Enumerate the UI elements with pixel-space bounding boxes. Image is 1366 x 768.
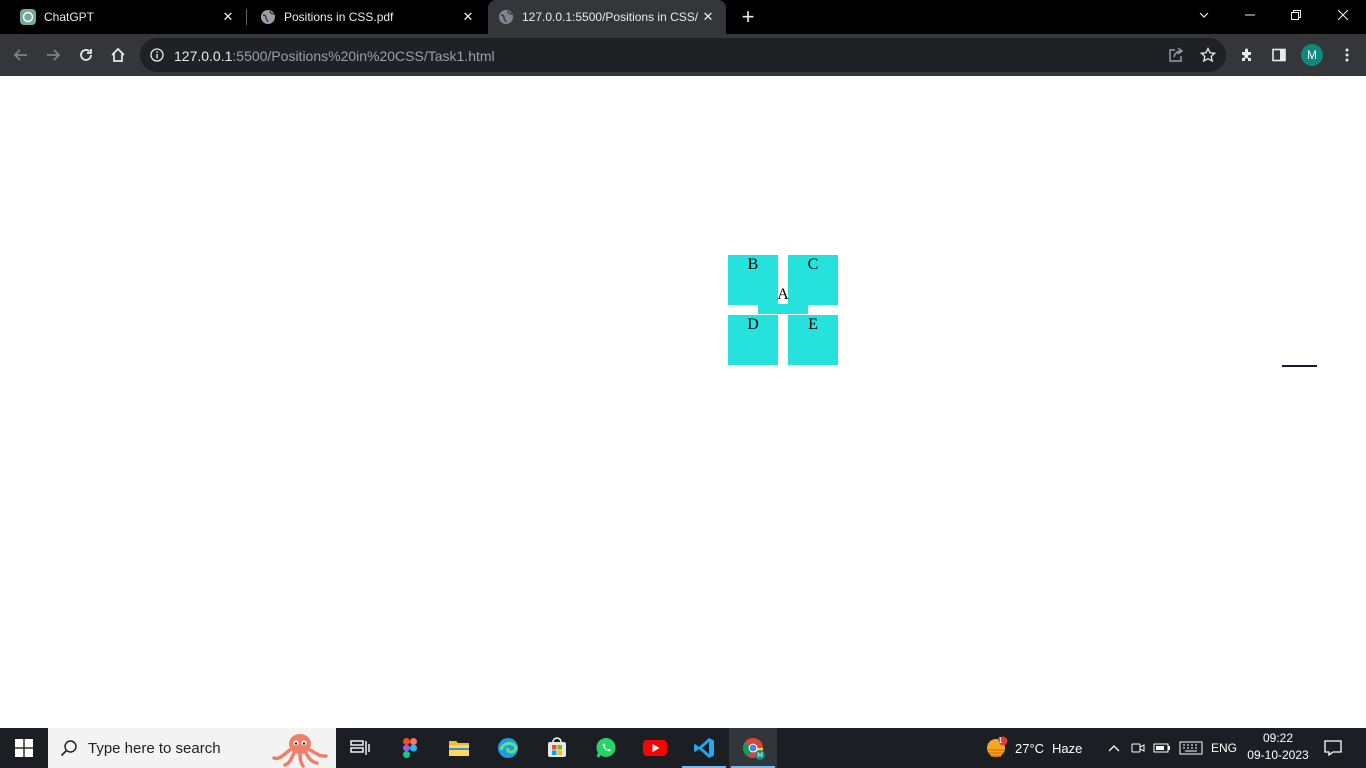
minimize-icon[interactable] (1227, 0, 1273, 30)
browser-toolbar: 127.0.0.1:5500/Positions%20in%20CSS/Task… (0, 34, 1366, 76)
weather-icon[interactable]: 1 (982, 728, 1010, 768)
whatsapp-icon[interactable] (582, 728, 630, 768)
extensions-puzzle-icon[interactable] (1232, 40, 1262, 70)
figma-icon[interactable] (386, 728, 434, 768)
language-indicator[interactable]: ENG (1210, 728, 1238, 768)
tab-title: ChatGPT (44, 10, 95, 24)
forward-arrow-icon[interactable] (38, 40, 68, 70)
youtube-icon[interactable] (631, 728, 679, 768)
close-tab-icon[interactable]: ✕ (458, 7, 478, 27)
page-viewport: B C D E A (0, 76, 1366, 728)
tab-chatgpt[interactable]: ChatGPT ✕ (0, 0, 246, 34)
weather-condition: Haze (1052, 740, 1083, 756)
box-a: A (777, 286, 789, 303)
windows-taskbar: Type here to search M 1 27°C Haze ENG 09… (0, 728, 1366, 768)
weather-widget[interactable]: 27°C Haze (1015, 728, 1082, 768)
close-tab-icon[interactable]: ✕ (698, 7, 718, 27)
tab-pdf[interactable]: Positions in CSS.pdf ✕ (240, 0, 486, 34)
home-icon[interactable] (103, 40, 133, 70)
globe-icon (498, 9, 514, 25)
side-panel-icon[interactable] (1264, 40, 1294, 70)
taskbar-clock[interactable]: 09:22 09-10-2023 (1246, 730, 1310, 764)
site-info-icon[interactable] (148, 46, 166, 64)
edge-browser-icon[interactable] (484, 728, 532, 768)
weather-badge: 1 (998, 736, 1003, 745)
tab-search-icon[interactable] (1181, 0, 1227, 30)
tab-title: 127.0.0.1:5500/Positions in CSS/Task1.ht… (522, 10, 698, 24)
tab-task1[interactable]: 127.0.0.1:5500/Positions in CSS/Task1.ht… (488, 0, 726, 34)
search-icon (60, 739, 78, 762)
octopus-icon (270, 730, 330, 768)
url-path: :5500/Positions%20in%20CSS/Task1.html (232, 48, 495, 64)
clock-date: 09-10-2023 (1247, 748, 1309, 762)
share-icon[interactable] (1166, 45, 1186, 65)
show-hidden-icons-icon[interactable] (1104, 728, 1124, 768)
tab-title: Positions in CSS.pdf (284, 10, 394, 24)
vscode-icon[interactable] (680, 728, 728, 768)
restore-icon[interactable] (1273, 0, 1319, 30)
profile-avatar[interactable]: M (1301, 44, 1323, 66)
task-view-icon[interactable] (336, 728, 384, 768)
bookmark-star-icon[interactable] (1198, 45, 1218, 65)
notifications-icon[interactable] (1318, 728, 1348, 768)
keyboard-icon[interactable] (1178, 728, 1204, 768)
url-host: 127.0.0.1 (174, 48, 233, 64)
horizontal-rule (1282, 365, 1317, 367)
more-menu-icon[interactable] (1332, 40, 1362, 70)
reload-icon[interactable] (71, 40, 101, 70)
search-placeholder: Type here to search (88, 739, 221, 757)
chatgpt-icon (20, 9, 36, 25)
close-window-icon[interactable] (1320, 0, 1366, 30)
windows-start-icon[interactable] (0, 728, 48, 768)
svg-text:M: M (757, 752, 763, 760)
meet-now-icon[interactable] (1128, 728, 1148, 768)
taskbar-search-input[interactable]: Type here to search (48, 728, 336, 768)
tab-strip: ChatGPT ✕ Positions in CSS.pdf ✕ 127.0.0… (0, 0, 1366, 34)
weather-temp: 27°C (1015, 740, 1045, 756)
new-tab-button[interactable]: + (736, 4, 760, 29)
file-explorer-icon[interactable] (435, 728, 483, 768)
clock-time: 09:22 (1262, 731, 1294, 745)
chrome-icon[interactable]: M (729, 728, 777, 768)
microsoft-store-icon[interactable] (533, 728, 581, 768)
battery-icon[interactable] (1152, 728, 1172, 768)
close-tab-icon[interactable]: ✕ (218, 7, 238, 27)
globe-icon (260, 9, 276, 25)
url-text: 127.0.0.1:5500/Positions%20in%20CSS/Task… (174, 48, 495, 64)
address-bar[interactable]: 127.0.0.1:5500/Positions%20in%20CSS/Task… (140, 38, 1226, 72)
back-arrow-icon[interactable] (6, 40, 36, 70)
language-label: ENG (1210, 741, 1237, 755)
